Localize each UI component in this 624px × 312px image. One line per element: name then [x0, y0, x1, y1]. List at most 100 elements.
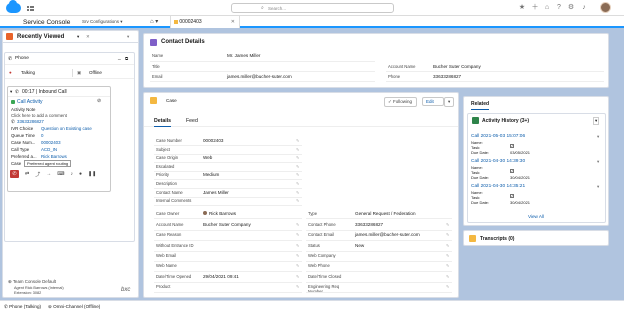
mute-icon[interactable]: ♪ [70, 171, 73, 177]
conference-icon[interactable]: ⤴ [35, 171, 40, 178]
case-owner-value[interactable]: Rick Barrows [209, 211, 236, 216]
tab-case[interactable]: 00002403 ✕ [170, 16, 240, 28]
edit-pencil-icon[interactable]: ✎ [446, 243, 449, 248]
attach-icon[interactable]: ⊘ [97, 98, 101, 104]
app-name: Service Console [23, 19, 71, 26]
edit-pencil-icon[interactable]: ✎ [446, 253, 449, 258]
close-icon[interactable]: ✕ [231, 19, 235, 25]
edit-pencil-icon[interactable]: ✎ [296, 198, 299, 203]
setup-icon[interactable]: ⚙ [567, 4, 575, 12]
edit-pencil-icon[interactable]: ✎ [296, 164, 299, 169]
edit-pencil-icon[interactable]: ✎ [296, 232, 299, 237]
case-field-value[interactable]: James Miller [203, 190, 229, 195]
case-field-label: Date/Time Closed [308, 273, 342, 279]
sidebar-header: Recently Viewed ▾ ✕ ▾ [3, 31, 138, 43]
star-icon[interactable]: ★ [518, 4, 526, 12]
activity-title[interactable]: Activity History (3+) [482, 118, 529, 124]
popout-icon[interactable]: ⧉ [125, 56, 128, 61]
collapse-icon[interactable]: ▾ [10, 89, 12, 95]
case-field-value[interactable]: 33633286827 [355, 222, 383, 227]
omni-channel-item[interactable]: ⊜ Omni-Channel (Offline) [48, 304, 100, 310]
keypad-icon[interactable]: ⌨ [57, 171, 64, 177]
search-input[interactable]: Search... [268, 6, 286, 11]
edit-pencil-icon[interactable]: ✎ [296, 284, 299, 289]
edit-pencil-icon[interactable]: ✎ [296, 274, 299, 279]
phone-number-link[interactable]: 33633286827 [17, 119, 44, 124]
edit-pencil-icon[interactable]: ✎ [296, 181, 299, 186]
sidebar-menu-icon[interactable]: ▾ [127, 34, 129, 40]
user-avatar[interactable] [600, 2, 611, 13]
edit-pencil-icon[interactable]: ✎ [446, 284, 449, 289]
tab-details[interactable]: Details [154, 118, 172, 127]
edit-pencil-icon[interactable]: ✎ [296, 147, 299, 152]
view-all-link[interactable]: View All [528, 214, 544, 219]
edit-pencil-icon[interactable]: ✎ [296, 253, 299, 258]
contact-email-value[interactable]: james.miller@bucher-suter.com [227, 74, 292, 79]
record-icon[interactable]: ● [79, 171, 82, 177]
trailhead-icon[interactable]: ⌂ [543, 4, 551, 12]
contact-account-value[interactable]: Bucher Suter Company [433, 64, 481, 69]
case-owner-label: Case Owner [156, 211, 180, 216]
add-icon[interactable]: ＋ [531, 4, 539, 12]
edit-pencil-icon[interactable]: ✎ [296, 138, 299, 143]
divider [154, 240, 302, 242]
call-title-link[interactable]: Call 2021-04-30 14:35:21 [471, 184, 525, 189]
contact-phone-value[interactable]: 33633286827 [433, 74, 461, 79]
edit-pencil-icon[interactable]: ✎ [296, 190, 299, 195]
detail-value-4: Rick Barrows [41, 154, 67, 159]
task-checkbox-icon: ✓ [510, 144, 514, 148]
call-title-link[interactable]: Call 2021-04-30 14:39:30 [471, 159, 525, 164]
team-console-link[interactable]: ⊕ Team Console Default [8, 279, 56, 285]
call-menu-icon[interactable]: ▾ [597, 184, 599, 190]
transfer-icon[interactable]: ⇄ [25, 171, 29, 177]
edit-pencil-icon[interactable]: ✎ [296, 155, 299, 160]
chevron-down-icon[interactable]: ▾ [77, 34, 79, 40]
minimize-icon[interactable]: _ [118, 55, 121, 61]
edit-pencil-icon[interactable]: ✎ [296, 172, 299, 177]
call-menu-icon[interactable]: ▾ [597, 159, 599, 165]
actions-dropdown[interactable]: ▾ [444, 97, 454, 107]
edit-pencil-icon[interactable]: ✎ [446, 232, 449, 237]
help-icon[interactable]: ? [555, 4, 563, 12]
end-call-button[interactable]: ✆ [10, 170, 19, 178]
case-field-value[interactable]: Bucher Suter Company [203, 222, 251, 227]
talking-label: Talking [21, 70, 36, 75]
status-bar: ● Talking ▣ Offline [5, 67, 134, 79]
phone-utility-item[interactable]: ✆ Phone (Talking) [4, 304, 41, 310]
talking-status[interactable]: ● Talking [8, 69, 70, 77]
activity-note-input[interactable]: Click here to add a comment [11, 113, 67, 118]
divider [150, 71, 375, 72]
global-search[interactable]: ⌕ Search... [231, 3, 394, 13]
nav-menu[interactable]: Srv Configurations ▾ [82, 19, 123, 25]
case-field-value[interactable]: james.miller@bucher-suter.com [355, 232, 420, 237]
pin-icon[interactable]: ✕ [86, 34, 90, 40]
app-launcher-icon[interactable] [27, 5, 34, 12]
call-activity-link[interactable]: Call Activity [17, 99, 43, 105]
bell-icon[interactable]: ♪ [580, 4, 588, 12]
edit-pencil-icon[interactable]: ✎ [446, 263, 449, 268]
following-button[interactable]: ✓ Following [384, 97, 417, 107]
edit-button[interactable]: Edit [422, 97, 444, 106]
edit-pencil-icon[interactable]: ✎ [446, 274, 449, 279]
activity-menu-icon[interactable]: ▾ [593, 117, 600, 125]
divider [154, 291, 302, 293]
sidebar-title[interactable]: Recently Viewed [17, 34, 64, 40]
call-title-link[interactable]: Call 2021-05-03 15:07:06 [471, 134, 525, 139]
offline-label: Offline [89, 70, 102, 75]
edit-pencil-icon[interactable]: ✎ [446, 222, 449, 227]
related-tab[interactable]: Related [471, 101, 490, 110]
edit-pencil-icon[interactable]: ✎ [296, 243, 299, 248]
home-icon[interactable]: ⌂ ▾ [150, 18, 158, 25]
tab-label: 00002403 [179, 19, 202, 25]
divider [306, 250, 452, 252]
hold-icon[interactable]: ❚❚ [88, 171, 96, 177]
contact-name-value: Mr. James Miller [227, 53, 261, 58]
edit-pencil-icon[interactable]: ✎ [296, 222, 299, 227]
nav-menu-label: Srv Configurations [82, 19, 120, 24]
transcripts-title[interactable]: Transcripts (0) [480, 236, 514, 242]
call-menu-icon[interactable]: ▾ [597, 134, 599, 140]
offline-status[interactable]: ▣ Offline [75, 69, 130, 77]
tab-feed[interactable]: Feed [186, 118, 198, 124]
edit-pencil-icon[interactable]: ✎ [296, 263, 299, 268]
forward-icon[interactable]: → [46, 171, 51, 177]
